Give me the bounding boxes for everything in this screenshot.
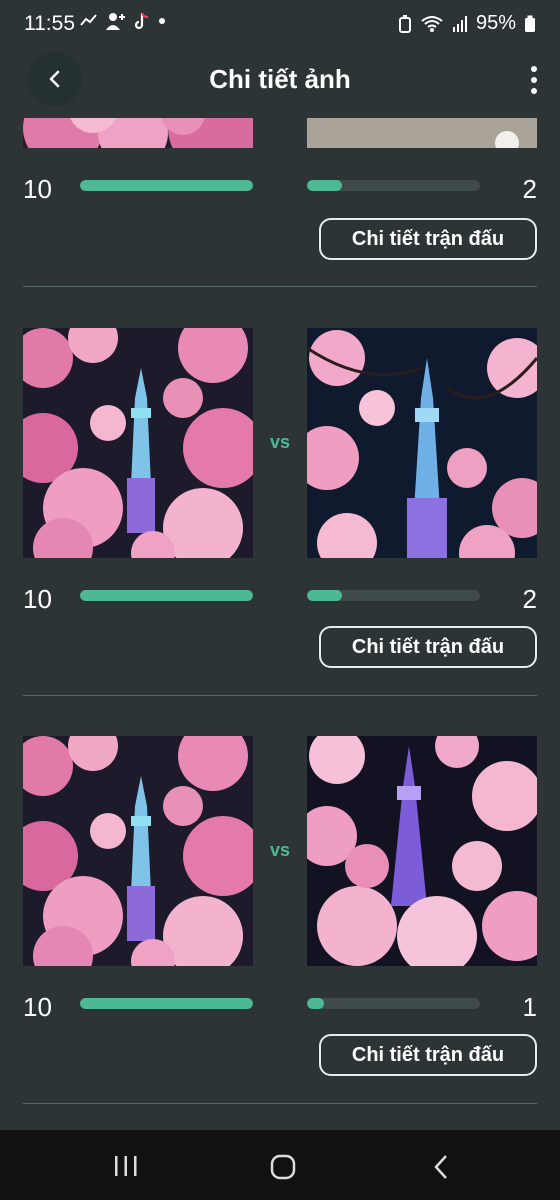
left-vote-bar: [80, 180, 253, 191]
status-right: 95%: [398, 12, 536, 35]
right-photo[interactable]: [307, 328, 537, 558]
right-vote-bar: [307, 180, 480, 191]
match-detail-button[interactable]: Chi tiết trận đấu: [319, 218, 537, 260]
match-detail-button[interactable]: Chi tiết trận đấu: [319, 626, 537, 668]
missed-call-icon: [80, 14, 97, 26]
right-score: 2: [522, 584, 537, 614]
match-item: vs 10 2 Chi tiết trận đấu: [0, 328, 560, 698]
left-vote-bar: [80, 998, 253, 1009]
divider: [23, 695, 537, 696]
status-bar: 11:55 95%: [0, 0, 560, 48]
match-item: 10 2 Chi tiết trận đấu: [0, 118, 560, 288]
wifi-icon: [421, 15, 443, 32]
right-score: 1: [522, 992, 537, 1022]
right-vote-bar: [307, 998, 480, 1009]
left-vote-fill: [80, 180, 253, 191]
match-detail-button[interactable]: Chi tiết trận đấu: [319, 1034, 537, 1076]
app-bar: Chi tiết ảnh: [0, 48, 560, 112]
page-title: Chi tiết ảnh: [209, 64, 351, 94]
person-add-icon: [106, 13, 125, 30]
right-score: 2: [522, 174, 537, 204]
battery-icon: [525, 15, 535, 32]
home-icon[interactable]: [270, 1154, 296, 1180]
match-item: vs 10 1 Chi tiết trận đấu: [0, 736, 560, 1106]
status-left-icons: [80, 12, 166, 30]
right-photo[interactable]: [307, 736, 537, 966]
left-vote-fill: [80, 998, 253, 1009]
right-vote-fill: [307, 180, 342, 191]
left-score: 10: [23, 584, 52, 614]
battery-percent: 95%: [475, 12, 516, 34]
right-photo[interactable]: [307, 118, 537, 148]
left-vote-bar: [80, 590, 253, 601]
battery-saver-icon: [398, 14, 411, 33]
left-vote-fill: [80, 590, 253, 601]
signal-icon: [452, 15, 467, 32]
divider: [23, 1103, 537, 1104]
right-vote-bar: [307, 590, 480, 601]
vs-label: vs: [269, 432, 291, 452]
vs-label: vs: [269, 840, 291, 860]
tiktok-icon: [134, 12, 149, 30]
left-photo[interactable]: [23, 736, 253, 966]
left-score: 10: [23, 992, 52, 1022]
system-nav-bar: [0, 1130, 560, 1200]
right-vote-fill: [307, 590, 342, 601]
back-icon[interactable]: [432, 1154, 450, 1180]
left-photo[interactable]: [23, 118, 253, 148]
divider: [23, 286, 537, 287]
match-list[interactable]: 10 2 Chi tiết trận đấu vs 10 2 Chi tiết …: [0, 118, 560, 1130]
status-time: 11:55: [24, 12, 75, 35]
left-photo[interactable]: [23, 328, 253, 558]
dot-icon: [159, 18, 165, 24]
more-menu-button[interactable]: [530, 66, 538, 94]
recent-apps-icon[interactable]: [114, 1155, 138, 1177]
more-vertical-icon: [531, 66, 537, 72]
right-vote-fill: [307, 998, 325, 1009]
left-score: 10: [23, 174, 52, 204]
